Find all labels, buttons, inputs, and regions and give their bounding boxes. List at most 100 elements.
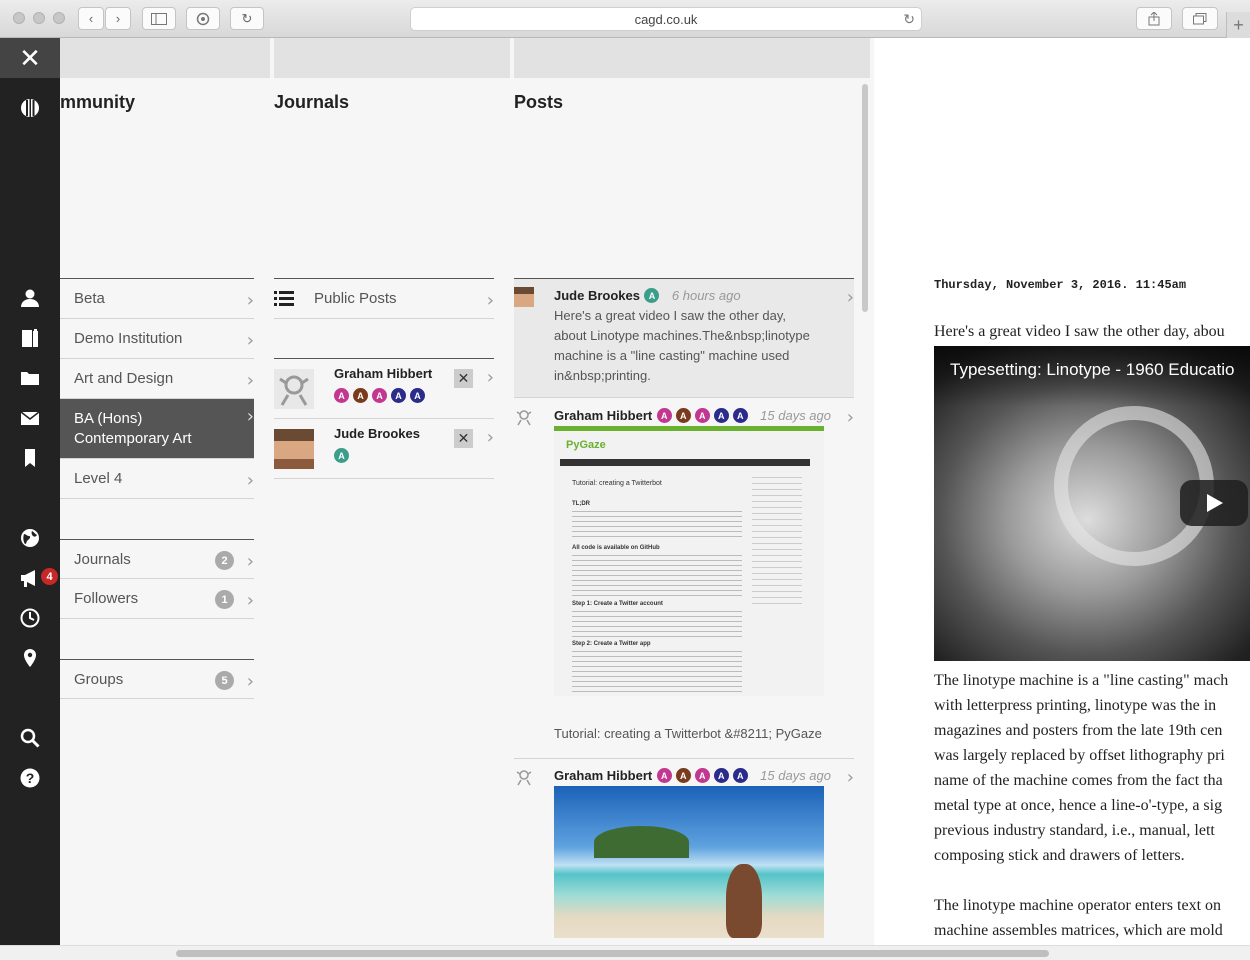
chevron-right-icon: › xyxy=(246,330,254,351)
post-item[interactable]: Jude Brookes A 6 hours ago Here's a grea… xyxy=(514,279,854,398)
post-time: 6 hours ago xyxy=(671,288,741,303)
role-badge: A xyxy=(656,408,672,424)
avatar xyxy=(514,767,534,787)
community-item-demo-institution[interactable]: Demo Institution › xyxy=(60,319,254,359)
community-item-art-and-design[interactable]: Art and Design › xyxy=(60,359,254,399)
role-badge: A xyxy=(334,388,349,404)
thumbnail-text-lines xyxy=(572,511,742,541)
post-time: 15 days ago xyxy=(760,408,831,423)
community-column-header xyxy=(60,38,270,78)
role-badge: A xyxy=(694,408,710,424)
chevron-right-icon: › xyxy=(246,406,254,427)
nav-home[interactable] xyxy=(15,93,45,123)
posts-scrollbar[interactable] xyxy=(862,84,868,312)
nav-help[interactable]: ? xyxy=(15,763,45,793)
island-shape xyxy=(594,826,689,858)
post-item[interactable]: Graham Hibbert AAAAA 15 days ago PyGaze … xyxy=(514,399,854,759)
post-time: 15 days ago xyxy=(760,768,831,783)
community-item-ba-hons-contemporary-art[interactable]: BA (Hons) Contemporary Art › xyxy=(60,399,254,459)
nav-files[interactable] xyxy=(15,363,45,393)
url-bar[interactable]: cagd.co.uk ↻ xyxy=(410,7,922,31)
avatar xyxy=(514,407,534,427)
play-icon xyxy=(1207,494,1223,512)
user-icon xyxy=(21,289,39,307)
sidebar-toggle-button[interactable] xyxy=(142,7,176,30)
nav-explore[interactable] xyxy=(15,523,45,553)
community-groups-link[interactable]: Groups 5 › xyxy=(60,659,254,699)
article-paragraph: The linotype machine is a "line casting"… xyxy=(934,672,1229,864)
zoom-window-button[interactable] xyxy=(53,12,65,24)
chevron-right-icon: › xyxy=(246,290,254,311)
nav-locations[interactable] xyxy=(15,643,45,673)
badge-list: AAAAA xyxy=(656,407,752,424)
badge-list: A xyxy=(644,287,663,304)
role-badge: A xyxy=(334,448,349,464)
url-text: cagd.co.uk xyxy=(634,11,698,27)
role-badge: A xyxy=(732,768,748,784)
nav-portfolio[interactable] xyxy=(15,323,45,353)
forward-button[interactable]: › xyxy=(105,7,131,30)
notification-count-badge: 4 xyxy=(41,568,58,585)
post-image xyxy=(554,786,824,938)
video-player[interactable]: Typesetting: Linotype - 1960 Educatio xyxy=(934,346,1250,661)
post-item[interactable]: Graham Hibbert AAAAA 15 days ago › xyxy=(514,759,854,945)
default-avatar-icon xyxy=(279,375,309,406)
community-journals-link[interactable]: Journals 2 › xyxy=(60,539,254,579)
community-item-beta[interactable]: Beta › xyxy=(60,279,254,319)
post-text: Here's a great video I saw the other day… xyxy=(554,308,810,383)
minimize-window-button[interactable] xyxy=(33,12,45,24)
tabs-overview-button[interactable] xyxy=(1182,7,1218,30)
article-paragraph: The linotype machine operator enters tex… xyxy=(934,897,1223,939)
nav-bookmarks[interactable] xyxy=(15,443,45,473)
followers-label: Followers xyxy=(74,590,139,607)
extension-button[interactable] xyxy=(186,7,220,30)
remove-button[interactable]: ✕ xyxy=(454,369,473,388)
thumbnail-section: Step 2: Create a Twitter app xyxy=(572,641,651,647)
role-badge: A xyxy=(644,288,660,304)
journal-person-graham-hibbert[interactable]: Graham Hibbert AAAAA ✕ › xyxy=(274,359,494,419)
main-navigation: ✕ 4 ? xyxy=(0,38,60,960)
remove-button[interactable]: ✕ xyxy=(454,429,473,448)
community-item-level-4[interactable]: Level 4 › xyxy=(60,459,254,499)
help-icon: ? xyxy=(20,768,40,788)
horizontal-scrollbar[interactable] xyxy=(0,945,1250,960)
community-item-label: Beta xyxy=(74,290,105,307)
video-title[interactable]: Typesetting: Linotype - 1960 Educatio xyxy=(950,360,1234,380)
community-followers-link[interactable]: Followers 1 › xyxy=(60,579,254,619)
back-button[interactable]: ‹ xyxy=(78,7,104,30)
folder-icon xyxy=(21,372,39,385)
journals-title: Journals xyxy=(274,92,350,112)
chevron-right-icon: › xyxy=(486,427,494,448)
thumbnail-text-lines xyxy=(572,651,742,696)
community-item-label: Level 4 xyxy=(74,470,123,487)
close-menu-button[interactable]: ✕ xyxy=(0,38,60,78)
new-tab-button[interactable]: + xyxy=(1226,12,1250,38)
thumbnail-text-lines xyxy=(572,611,742,641)
default-avatar-icon xyxy=(516,410,532,426)
close-window-button[interactable] xyxy=(13,12,25,24)
chevron-left-icon: ‹ xyxy=(88,11,94,26)
journal-person-jude-brookes[interactable]: Jude Brookes A ✕ › xyxy=(274,419,494,479)
nav-messages[interactable] xyxy=(15,403,45,433)
nav-search[interactable] xyxy=(15,723,45,753)
share-button[interactable] xyxy=(1136,7,1172,30)
close-icon: ✕ xyxy=(457,370,470,387)
community-item-label: BA (Hons) Contemporary Art xyxy=(74,409,192,447)
article-panel: Thursday, November 3, 2016. 11:45am Here… xyxy=(874,38,1250,945)
followers-count-badge: 1 xyxy=(215,590,234,609)
groups-count-badge: 5 xyxy=(215,671,234,690)
chevron-right-icon: › xyxy=(846,287,854,308)
figure-shape xyxy=(726,864,762,938)
refresh-icon[interactable]: ↻ xyxy=(903,11,915,28)
svg-text:?: ? xyxy=(26,770,35,786)
article-date: Thursday, November 3, 2016. 11:45am xyxy=(934,278,1187,292)
scrollbar-thumb[interactable] xyxy=(176,950,1049,957)
public-posts-link[interactable]: Public Posts › xyxy=(274,279,494,319)
reload-button[interactable]: ↻ xyxy=(230,7,264,30)
reload-icon: ↻ xyxy=(241,10,253,26)
nav-history[interactable] xyxy=(15,603,45,633)
play-button[interactable] xyxy=(1180,480,1248,526)
post-author: Jude Brookes xyxy=(554,288,640,303)
nav-profile[interactable] xyxy=(15,283,45,313)
logo-icon xyxy=(21,99,39,117)
